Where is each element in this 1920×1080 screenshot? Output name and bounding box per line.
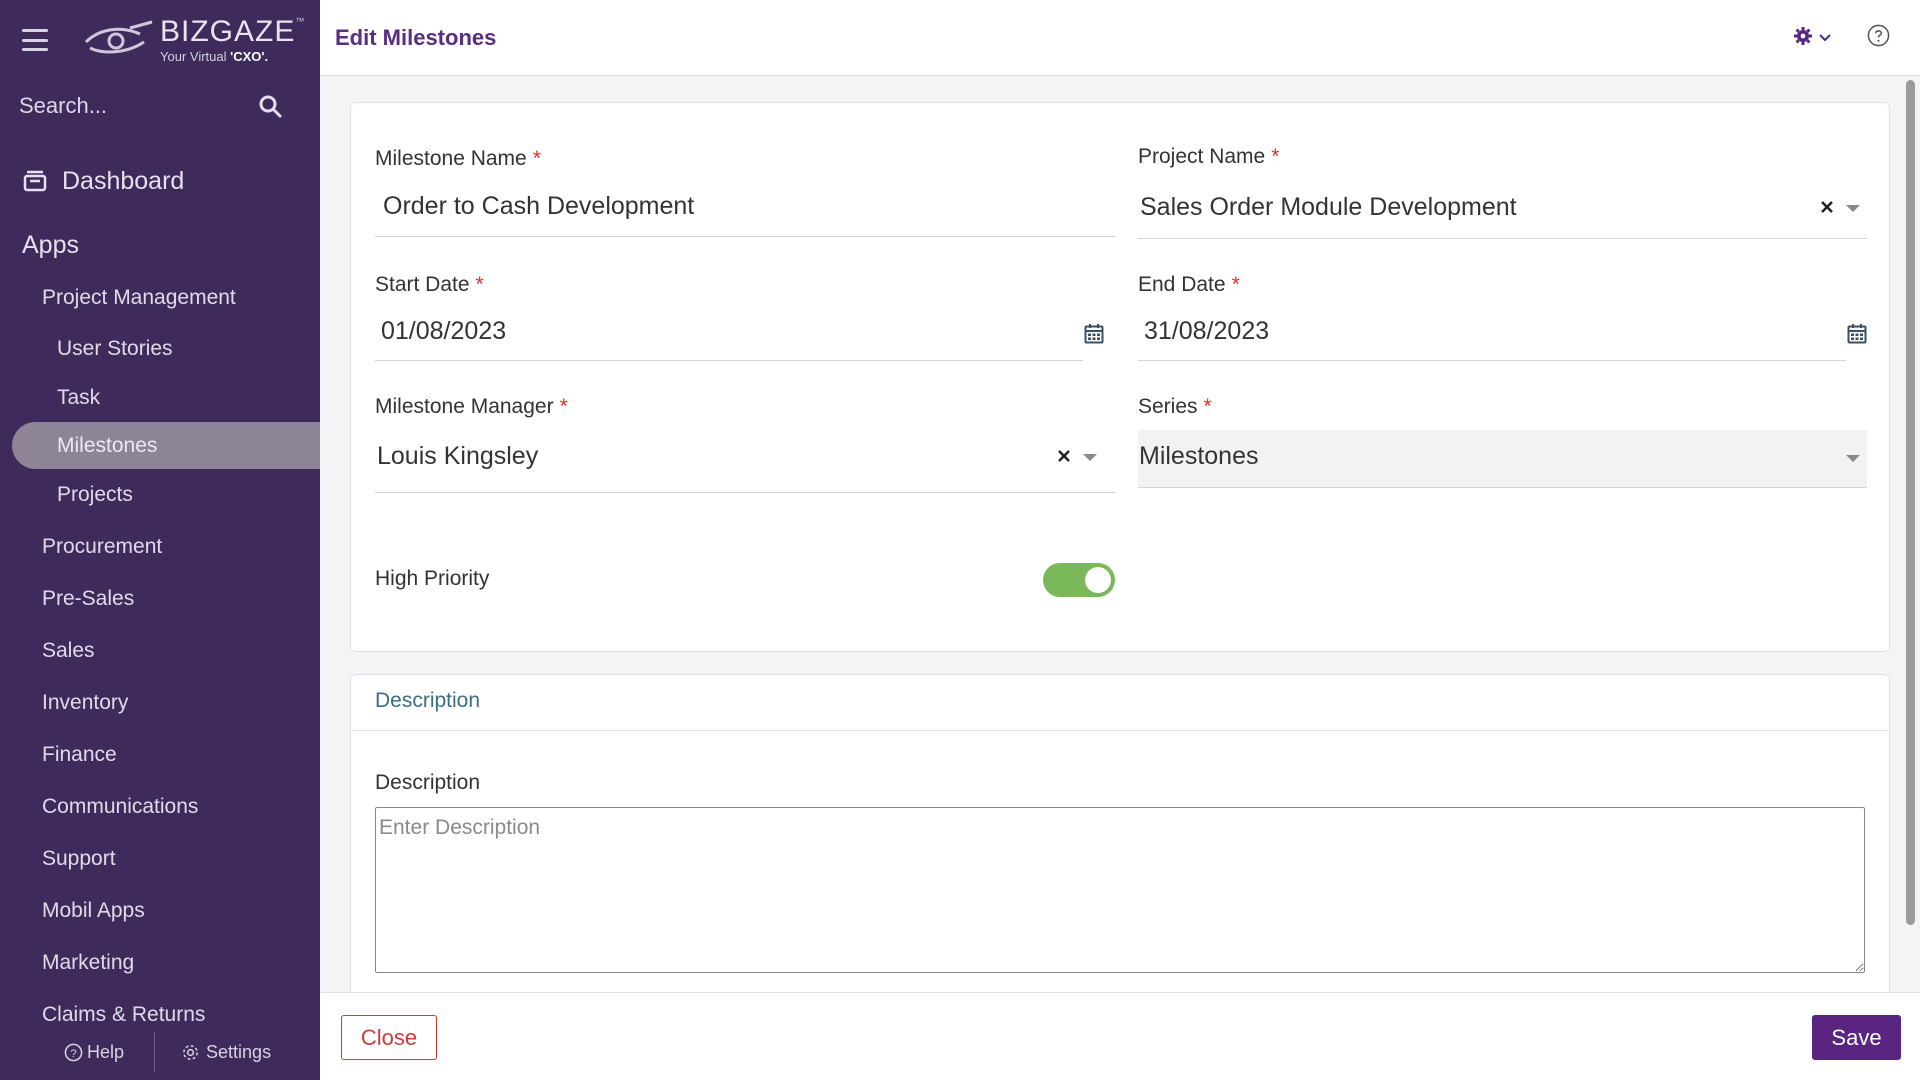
sidebar-header: BIZGAZE™ Your Virtual 'CXO'.: [0, 0, 320, 80]
description-label: Description: [375, 771, 481, 794]
end-date-underline: [1138, 360, 1846, 361]
sidebar-item-marketing[interactable]: Marketing: [0, 937, 320, 989]
required-mark: *: [532, 147, 541, 170]
top-bar: Edit Milestones: [320, 0, 1920, 76]
start-date-label-text: Start Date: [375, 273, 470, 296]
start-date-field[interactable]: 01/08/2023: [381, 317, 506, 346]
footer-divider: [154, 1032, 156, 1072]
logo-tagline-cxo: 'CXO'.: [230, 49, 269, 64]
logo-brand: BIZGAZE: [160, 15, 296, 48]
sidebar-item-milestones[interactable]: Milestones: [12, 422, 320, 469]
page-settings-dropdown[interactable]: [1793, 26, 1831, 46]
sidebar-item-project-management[interactable]: Project Management: [0, 272, 320, 324]
sidebar-item-procurement[interactable]: Procurement: [0, 521, 320, 573]
end-date-calendar-icon[interactable]: [1847, 323, 1867, 344]
save-button[interactable]: Save: [1812, 1015, 1901, 1060]
description-card: Description Description: [350, 674, 1890, 992]
sidebar-item-dashboard-label: Dashboard: [62, 166, 185, 195]
settings-label: Settings: [206, 1041, 272, 1062]
high-priority-toggle[interactable]: [1043, 563, 1115, 597]
clear-project-icon[interactable]: [1820, 200, 1834, 214]
series-label-text: Series: [1138, 395, 1198, 418]
close-button[interactable]: Close: [341, 1015, 437, 1060]
sidebar-item-support[interactable]: Support: [0, 833, 320, 885]
form-footer: Close Save: [320, 992, 1920, 1080]
top-actions: [1793, 24, 1890, 47]
help-link[interactable]: ? Help: [64, 1042, 124, 1063]
description-textarea[interactable]: [375, 807, 1865, 973]
svg-text:?: ?: [70, 1047, 76, 1059]
logo-tagline: Your Virtual 'CXO'.: [160, 50, 304, 63]
main-scrollbar[interactable]: [1906, 80, 1915, 925]
project-name-select[interactable]: Sales Order Module Development: [1140, 193, 1517, 222]
milestone-name-label-text: Milestone Name: [375, 147, 527, 170]
milestone-manager-label: Milestone Manager *: [375, 395, 568, 419]
start-date-calendar-icon[interactable]: [1084, 323, 1104, 344]
sidebar-item-task[interactable]: Task: [0, 373, 320, 422]
end-date-label: End Date *: [1138, 273, 1240, 297]
section-divider: [351, 730, 1889, 731]
page-title: Edit Milestones: [335, 24, 497, 50]
clear-manager-icon[interactable]: [1057, 449, 1071, 463]
project-name-underline: [1138, 238, 1867, 239]
toggle-knob: [1085, 567, 1111, 593]
required-mark: *: [1231, 273, 1240, 296]
milestone-manager-underline: [375, 492, 1115, 493]
sidebar-search: [0, 82, 320, 130]
sidebar-item-finance[interactable]: Finance: [0, 729, 320, 781]
gear-icon: [1794, 26, 1812, 45]
sidebar-footer: ? Help Settings: [0, 1024, 320, 1080]
sidebar-item-mobil-apps[interactable]: Mobil Apps: [0, 885, 320, 937]
hamburger-menu-icon[interactable]: [22, 29, 48, 51]
help-label: Help: [87, 1041, 125, 1062]
sidebar-item-sales[interactable]: Sales: [0, 625, 320, 677]
start-date-label: Start Date *: [375, 273, 484, 297]
logo-text: BIZGAZE™ Your Virtual 'CXO'.: [160, 15, 305, 64]
logo-trademark: ™: [295, 16, 305, 26]
settings-link[interactable]: Settings: [181, 1042, 271, 1063]
description-section-title: Description: [375, 689, 481, 712]
sidebar-item-user-stories[interactable]: User Stories: [0, 324, 320, 373]
high-priority-label: High Priority: [375, 567, 490, 590]
sidebar-apps-heading: Apps: [22, 230, 79, 259]
series-value: Milestones: [1139, 442, 1259, 470]
sidebar-item-pre-sales[interactable]: Pre-Sales: [0, 573, 320, 625]
sidebar-item-inventory[interactable]: Inventory: [0, 677, 320, 729]
sidebar-item-projects[interactable]: Projects: [0, 469, 320, 521]
end-date-label-text: End Date: [1138, 273, 1226, 296]
main-content: Milestone Name * Order to Cash Developmen…: [320, 77, 1920, 992]
required-mark: *: [559, 395, 568, 418]
bizgaze-logo-icon: [84, 20, 153, 54]
required-mark: *: [475, 273, 484, 296]
manager-dropdown-caret-icon[interactable]: [1083, 454, 1097, 461]
project-dropdown-caret-icon[interactable]: [1846, 205, 1860, 212]
start-date-underline: [375, 360, 1083, 361]
chevron-down-icon: [1819, 33, 1831, 41]
sidebar: BIZGAZE™ Your Virtual 'CXO'. Dashboard A…: [0, 0, 320, 1080]
logo[interactable]: BIZGAZE™ Your Virtual 'CXO'.: [82, 17, 304, 63]
end-date-field[interactable]: 31/08/2023: [1144, 317, 1269, 346]
milestone-name-field[interactable]: Order to Cash Development: [383, 192, 694, 221]
required-mark: *: [1203, 395, 1212, 418]
project-name-label: Project Name *: [1138, 145, 1279, 169]
milestone-name-label: Milestone Name *: [375, 147, 541, 171]
milestone-name-underline: [375, 236, 1115, 237]
project-name-label-text: Project Name: [1138, 145, 1266, 168]
sidebar-search-input[interactable]: [19, 93, 239, 119]
search-icon[interactable]: [258, 94, 282, 118]
help-icon[interactable]: [1867, 24, 1890, 47]
settings-gear-icon: [183, 1044, 198, 1060]
logo-tagline-text: Your Virtual: [160, 49, 231, 64]
sidebar-item-dashboard[interactable]: Dashboard: [0, 160, 320, 202]
dashboard-icon: [23, 170, 47, 192]
series-dropdown-caret-icon[interactable]: [1846, 455, 1860, 462]
milestone-manager-label-text: Milestone Manager: [375, 395, 554, 418]
milestone-details-card: Milestone Name * Order to Cash Developmen…: [350, 102, 1890, 652]
help-circle-icon: ?: [64, 1043, 83, 1061]
required-mark: *: [1271, 145, 1280, 168]
series-label: Series *: [1138, 395, 1212, 419]
sidebar-item-communications[interactable]: Communications: [0, 781, 320, 833]
milestone-manager-select[interactable]: Louis Kingsley: [377, 442, 538, 471]
sidebar-nav: Project Management User Stories Task Mil…: [0, 272, 320, 1041]
